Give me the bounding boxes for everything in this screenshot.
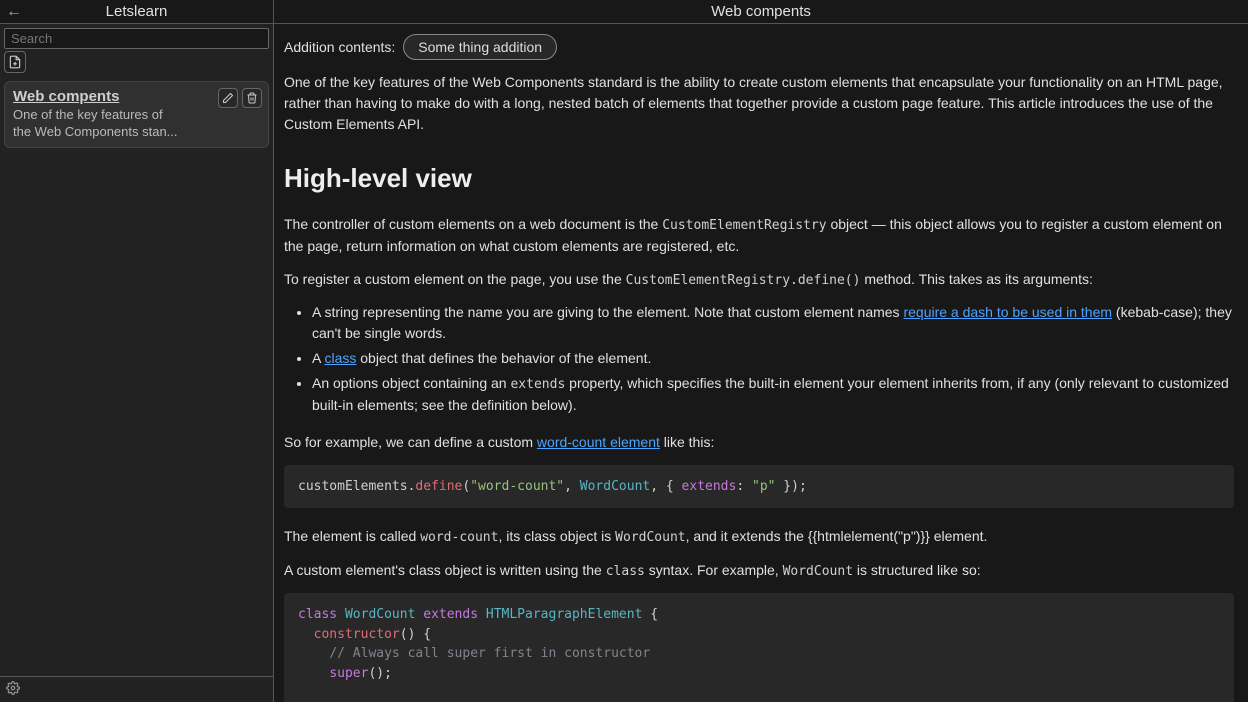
link-word-count-element[interactable]: word-count element [537, 434, 660, 450]
page-title: Web compents [274, 0, 1248, 23]
note-preview: One of the key features of the Web Compo… [13, 107, 260, 141]
link-require-dash[interactable]: require a dash to be used in them [903, 304, 1112, 320]
settings-button[interactable] [0, 676, 273, 702]
link-class[interactable]: class [324, 350, 356, 366]
inline-code: class [606, 564, 645, 579]
paragraph: So for example, we can define a custom w… [284, 432, 1234, 453]
back-arrow-icon[interactable]: ← [6, 3, 22, 21]
paragraph: A custom element's class object is writt… [284, 560, 1234, 582]
edit-note-button[interactable] [218, 88, 238, 108]
app-name: Letslearn [106, 3, 168, 20]
inline-code: WordCount [783, 564, 853, 579]
note-item[interactable]: Web compents One of the key features of … [4, 81, 269, 148]
paragraph: The controller of custom elements on a w… [284, 214, 1234, 257]
new-file-icon [8, 55, 22, 69]
content-area[interactable]: Addition contents: Some thing addition O… [274, 24, 1248, 702]
pencil-icon [222, 92, 234, 104]
inline-code: extends [510, 377, 565, 392]
argument-list: A string representing the name you are g… [312, 302, 1234, 416]
search-input[interactable] [4, 28, 269, 49]
paragraph: To register a custom element on the page… [284, 269, 1234, 291]
section-heading: High-level view [284, 159, 1234, 198]
gear-icon [6, 681, 20, 695]
delete-note-button[interactable] [242, 88, 262, 108]
list-item: A class object that defines the behavior… [312, 348, 1234, 369]
intro-paragraph: One of the key features of the Web Compo… [284, 72, 1234, 135]
inline-code: CustomElementRegistry.define() [626, 273, 861, 288]
inline-code: WordCount [615, 530, 685, 545]
code-block: customElements.define("word-count", Word… [284, 465, 1234, 509]
trash-icon [246, 92, 258, 104]
code-block: class WordCount extends HTMLParagraphEle… [284, 593, 1234, 702]
addition-button[interactable]: Some thing addition [403, 34, 557, 60]
list-item: An options object containing an extends … [312, 373, 1234, 416]
inline-code: CustomElementRegistry [662, 218, 826, 233]
addition-label: Addition contents: [284, 37, 395, 58]
inline-code: word-count [420, 530, 498, 545]
sidebar: Web compents One of the key features of … [0, 24, 274, 702]
new-note-button[interactable] [4, 51, 26, 73]
topbar-left: ← Letslearn [0, 0, 274, 23]
paragraph: The element is called word-count, its cl… [284, 526, 1234, 548]
list-item: A string representing the name you are g… [312, 302, 1234, 344]
